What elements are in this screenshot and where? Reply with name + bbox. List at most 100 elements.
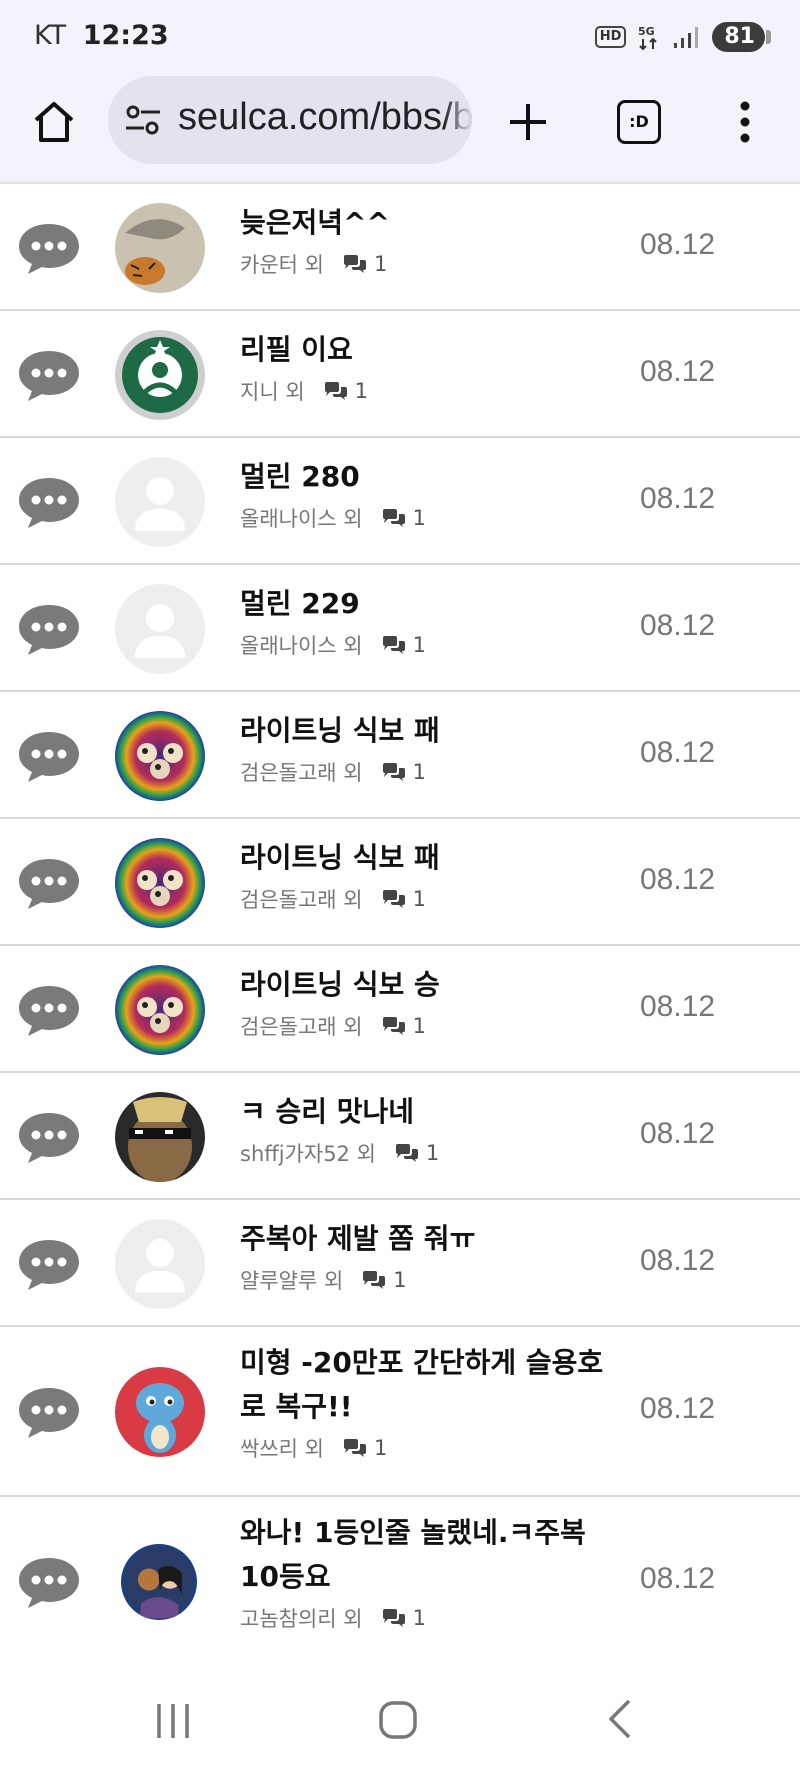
url-text[interactable]: seulca.com/bbs/board.php	[178, 96, 472, 139]
status-left: KT 12:23	[34, 20, 169, 51]
signal-icon	[674, 27, 699, 48]
new-tab-icon[interactable]	[504, 98, 552, 146]
post-row[interactable]: 주복아 제발 쫌 줘ㅠ 얄루얄루 외 1 08.12	[0, 1200, 800, 1327]
dragon-tiger-painting-image	[115, 202, 205, 293]
post-author: 얄루얄루 외	[240, 1268, 344, 1293]
post-text: ㅋ 승리 맛나네 shffj가자52 외 1	[240, 1090, 620, 1168]
address-bar[interactable]: seulca.com/bbs/board.php	[108, 76, 472, 164]
post-date: 08.12	[640, 1562, 716, 1595]
post-meta: 싹쓰리 외 1	[240, 1433, 620, 1463]
post-title[interactable]: 주복아 제발 쫌 줘ㅠ	[240, 1217, 620, 1261]
post-row[interactable]: 멀린 229 올래나이스 외 1 08.12	[0, 565, 800, 692]
comments-icon	[395, 1143, 418, 1162]
post-row[interactable]: 라이트닝 식보 패 검은돌고래 외 1 08.12	[0, 692, 800, 819]
post-text: 멀린 229 올래나이스 외 1	[240, 582, 620, 660]
post-title[interactable]: 라이트닝 식보 패	[240, 836, 620, 880]
comment-count: 1	[412, 505, 426, 530]
avatar[interactable]	[115, 202, 205, 293]
avatar[interactable]	[121, 1544, 197, 1620]
comment-count: 1	[412, 632, 426, 657]
comment-count: 1	[412, 1606, 426, 1630]
avatar[interactable]	[115, 1367, 205, 1457]
post-row[interactable]: 미형 -20만포 간단하게 슬용호로 복구!! 싹쓰리 외 1 08.12	[0, 1327, 800, 1497]
post-title[interactable]: 라이트닝 식보 패	[240, 709, 620, 753]
site-settings-icon[interactable]	[124, 104, 162, 136]
home-icon[interactable]	[30, 98, 78, 146]
post-row[interactable]: 라이트닝 식보 패 검은돌고래 외 1 08.12	[0, 819, 800, 946]
default-user-image	[115, 583, 205, 674]
avatar[interactable]	[115, 964, 205, 1055]
post-row[interactable]: 멀린 280 올래나이스 외 1 08.12	[0, 438, 800, 565]
more-menu-icon[interactable]	[735, 98, 755, 146]
comment-count: 1	[373, 1436, 388, 1460]
battery-indicator: 81	[712, 22, 771, 52]
status-bar: KT 12:23 HD 5G 81	[0, 0, 800, 72]
comment-bubble-icon	[19, 1239, 79, 1290]
url-fade	[444, 76, 472, 164]
comment-bubble-icon	[19, 858, 79, 909]
rainbow-owls-image	[115, 710, 205, 801]
system-nav-bar	[0, 1664, 800, 1778]
post-list: 늦은저녁^^ 카운터 외 1 08.12 리필 이요 지니 외 1 08.12 …	[0, 184, 800, 1667]
post-text: 멀린 280 올래나이스 외 1	[240, 455, 620, 533]
post-title[interactable]: 와나! 1등인줄 놀랬네.ㅋ주복 10등요	[240, 1511, 620, 1599]
post-author: 올래나이스 외	[240, 633, 363, 658]
post-date: 08.12	[640, 735, 716, 769]
post-date: 08.12	[640, 354, 716, 388]
avatar[interactable]	[115, 1091, 205, 1182]
post-title[interactable]: 멀린 280	[240, 455, 620, 499]
post-text: 라이트닝 식보 패 검은돌고래 외 1	[240, 709, 620, 787]
comment-bubble-icon	[19, 604, 79, 655]
comment-count: 1	[412, 886, 426, 911]
avatar[interactable]	[115, 837, 205, 928]
comment-count: 1	[393, 1267, 407, 1292]
post-title[interactable]: 멀린 229	[240, 582, 620, 626]
post-row[interactable]: 라이트닝 식보 승 검은돌고래 외 1 08.12	[0, 946, 800, 1073]
avatar[interactable]	[115, 456, 205, 547]
post-row[interactable]: 리필 이요 지니 외 1 08.12	[0, 311, 800, 438]
avatar[interactable]	[115, 329, 205, 420]
post-author: 카운터 외	[240, 252, 324, 277]
avatar[interactable]	[115, 583, 205, 674]
post-title[interactable]: 늦은저녁^^	[240, 201, 620, 245]
comment-count: 1	[425, 1140, 440, 1165]
recent-apps-icon[interactable]	[153, 1702, 193, 1740]
avatar[interactable]	[115, 710, 205, 801]
comment-bubble-icon	[19, 1112, 79, 1163]
post-title[interactable]: 미형 -20만포 간단하게 슬용호로 복구!!	[240, 1341, 620, 1429]
post-text: 라이트닝 식보 승 검은돌고래 외 1	[240, 963, 620, 1041]
post-author: 검은돌고래 외	[240, 887, 363, 912]
post-author: 올래나이스 외	[240, 506, 363, 531]
post-row[interactable]: ㅋ 승리 맛나네 shffj가자52 외 1 08.12	[0, 1073, 800, 1200]
post-author: shffj가자52 외	[240, 1141, 376, 1166]
comments-icon	[382, 889, 405, 908]
5g-network-icon: 5G	[638, 25, 658, 51]
post-meta: 검은돌고래 외 1	[240, 757, 620, 787]
post-author: 고놈참의리 외	[240, 1607, 363, 1631]
comment-count: 1	[373, 251, 388, 276]
comment-bubble-icon	[19, 1558, 79, 1608]
blue-dragon-cartoon-image	[115, 1367, 205, 1457]
carrier-label: KT	[34, 20, 67, 51]
post-text: 와나! 1등인줄 놀랬네.ㅋ주복 10등요 고놈참의리 외 1	[240, 1511, 620, 1633]
post-title[interactable]: ㅋ 승리 맛나네	[240, 1090, 620, 1134]
post-meta: 올래나이스 외 1	[240, 630, 620, 660]
post-meta: 고놈참의리 외 1	[240, 1603, 620, 1633]
comment-count: 1	[354, 378, 369, 403]
comment-count: 1	[412, 759, 426, 784]
cat-with-sunglasses-image	[115, 1091, 205, 1182]
comments-icon	[382, 1609, 405, 1627]
post-row[interactable]: 와나! 1등인줄 놀랬네.ㅋ주복 10등요 고놈참의리 외 1 08.12	[0, 1497, 800, 1667]
comment-bubble-icon	[19, 477, 79, 528]
tab-switcher-button[interactable]: :D	[617, 100, 661, 144]
post-title[interactable]: 라이트닝 식보 승	[240, 963, 620, 1007]
post-row[interactable]: 늦은저녁^^ 카운터 외 1 08.12	[0, 184, 800, 311]
post-text: 라이트닝 식보 패 검은돌고래 외 1	[240, 836, 620, 914]
comment-bubble-icon	[19, 350, 79, 401]
comments-icon	[343, 1439, 366, 1457]
post-title[interactable]: 리필 이요	[240, 328, 620, 372]
back-icon[interactable]	[605, 1698, 635, 1740]
hd-voice-icon: HD	[594, 26, 627, 48]
avatar[interactable]	[115, 1218, 205, 1309]
nav-home-icon[interactable]	[378, 1700, 418, 1740]
